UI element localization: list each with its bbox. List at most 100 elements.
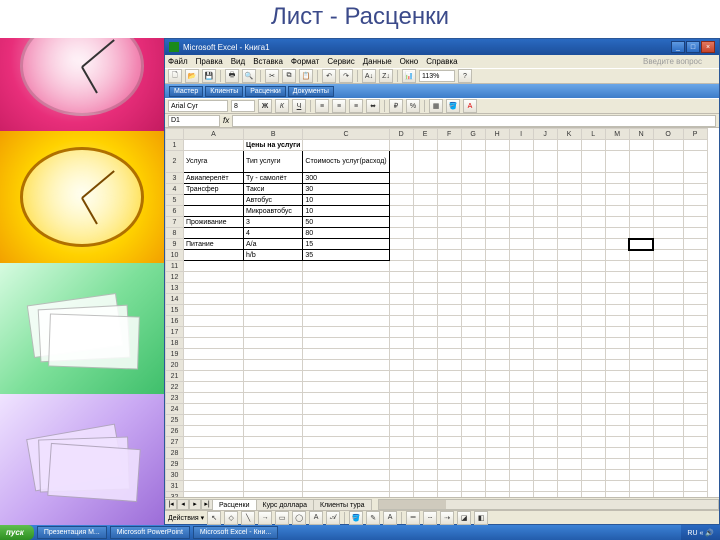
cell-G20[interactable] xyxy=(461,360,485,371)
cell-O29[interactable] xyxy=(653,459,683,470)
cell-N6[interactable] xyxy=(629,206,653,217)
cell-H5[interactable] xyxy=(485,195,509,206)
cell-E9[interactable] xyxy=(413,239,437,250)
cell-E7[interactable] xyxy=(413,217,437,228)
cell-B8[interactable]: 4 xyxy=(244,228,303,239)
cell-L6[interactable] xyxy=(581,206,605,217)
cell-N9[interactable] xyxy=(629,239,653,250)
cell-I15[interactable] xyxy=(509,305,533,316)
cell-E6[interactable] xyxy=(413,206,437,217)
cell-G6[interactable] xyxy=(461,206,485,217)
cell-E8[interactable] xyxy=(413,228,437,239)
menu-tools[interactable]: Сервис xyxy=(327,57,354,66)
cell-M8[interactable] xyxy=(605,228,629,239)
cell-J8[interactable] xyxy=(533,228,557,239)
cell-G17[interactable] xyxy=(461,327,485,338)
cell-C26[interactable] xyxy=(303,426,389,437)
cell-C18[interactable] xyxy=(303,338,389,349)
cell-H27[interactable] xyxy=(485,437,509,448)
cell-J22[interactable] xyxy=(533,382,557,393)
cell-H25[interactable] xyxy=(485,415,509,426)
cell-C13[interactable] xyxy=(303,283,389,294)
cell-F32[interactable] xyxy=(437,492,461,498)
cell-K32[interactable] xyxy=(557,492,581,498)
cell-K19[interactable] xyxy=(557,349,581,360)
cell-N13[interactable] xyxy=(629,283,653,294)
cell-J18[interactable] xyxy=(533,338,557,349)
cell-B30[interactable] xyxy=(244,470,303,481)
preview-icon[interactable]: 🔍 xyxy=(242,69,256,83)
cell-B4[interactable]: Такси xyxy=(244,184,303,195)
cell-O32[interactable] xyxy=(653,492,683,498)
cell-L11[interactable] xyxy=(581,261,605,272)
cell-L12[interactable] xyxy=(581,272,605,283)
cell-A18[interactable] xyxy=(184,338,244,349)
cell-E30[interactable] xyxy=(413,470,437,481)
cell-N32[interactable] xyxy=(629,492,653,498)
taskbar-item-1[interactable]: Microsoft PowerPoint xyxy=(110,526,190,539)
cell-G3[interactable] xyxy=(461,173,485,184)
cell-H21[interactable] xyxy=(485,371,509,382)
cell-M6[interactable] xyxy=(605,206,629,217)
cell-H19[interactable] xyxy=(485,349,509,360)
col-header-D[interactable]: D xyxy=(389,129,413,140)
cell-H31[interactable] xyxy=(485,481,509,492)
textbox-icon[interactable]: A xyxy=(309,511,323,525)
menu-file[interactable]: Файл xyxy=(168,57,188,66)
row-header-20[interactable]: 20 xyxy=(166,360,184,371)
cell-N21[interactable] xyxy=(629,371,653,382)
cell-N16[interactable] xyxy=(629,316,653,327)
col-header-K[interactable]: K xyxy=(557,129,581,140)
cell-H22[interactable] xyxy=(485,382,509,393)
tab-nav-prev[interactable]: ◂ xyxy=(177,499,189,510)
cell-C19[interactable] xyxy=(303,349,389,360)
cell-C17[interactable] xyxy=(303,327,389,338)
cell-P30[interactable] xyxy=(683,470,707,481)
cell-O3[interactable] xyxy=(653,173,683,184)
cell-A8[interactable] xyxy=(184,228,244,239)
cell-A25[interactable] xyxy=(184,415,244,426)
cell-B15[interactable] xyxy=(244,305,303,316)
row-header-27[interactable]: 27 xyxy=(166,437,184,448)
cell-F20[interactable] xyxy=(437,360,461,371)
cell-J14[interactable] xyxy=(533,294,557,305)
cell-I3[interactable] xyxy=(509,173,533,184)
row-header-19[interactable]: 19 xyxy=(166,349,184,360)
cell-L3[interactable] xyxy=(581,173,605,184)
row-header-14[interactable]: 14 xyxy=(166,294,184,305)
cell-O19[interactable] xyxy=(653,349,683,360)
cell-F28[interactable] xyxy=(437,448,461,459)
copy-icon[interactable]: ⧉ xyxy=(282,69,296,83)
cell-J4[interactable] xyxy=(533,184,557,195)
sort-desc-icon[interactable]: Z↓ xyxy=(379,69,393,83)
cell-L31[interactable] xyxy=(581,481,605,492)
cell-H17[interactable] xyxy=(485,327,509,338)
cell-C20[interactable] xyxy=(303,360,389,371)
cell-K9[interactable] xyxy=(557,239,581,250)
currency-icon[interactable]: ₽ xyxy=(389,99,403,113)
col-header-O[interactable]: O xyxy=(653,129,683,140)
cell-P26[interactable] xyxy=(683,426,707,437)
cell-H30[interactable] xyxy=(485,470,509,481)
font-size-select[interactable]: 8 xyxy=(231,100,255,112)
line-style-icon[interactable]: ═ xyxy=(406,511,420,525)
cell-I29[interactable] xyxy=(509,459,533,470)
cell-N26[interactable] xyxy=(629,426,653,437)
cell-C7[interactable]: 50 xyxy=(303,217,389,228)
cell-B14[interactable] xyxy=(244,294,303,305)
cell-F22[interactable] xyxy=(437,382,461,393)
cell-O20[interactable] xyxy=(653,360,683,371)
cell-H8[interactable] xyxy=(485,228,509,239)
row-header-10[interactable]: 10 xyxy=(166,250,184,261)
cell-I4[interactable] xyxy=(509,184,533,195)
system-tray[interactable]: RU « 🔊 xyxy=(681,525,720,540)
cell-D17[interactable] xyxy=(389,327,413,338)
col-header-I[interactable]: I xyxy=(509,129,533,140)
cell-J23[interactable] xyxy=(533,393,557,404)
cell-B3[interactable]: Ту - самолёт xyxy=(244,173,303,184)
cell-F29[interactable] xyxy=(437,459,461,470)
cell-D26[interactable] xyxy=(389,426,413,437)
cell-E12[interactable] xyxy=(413,272,437,283)
cell-B26[interactable] xyxy=(244,426,303,437)
cell-B21[interactable] xyxy=(244,371,303,382)
